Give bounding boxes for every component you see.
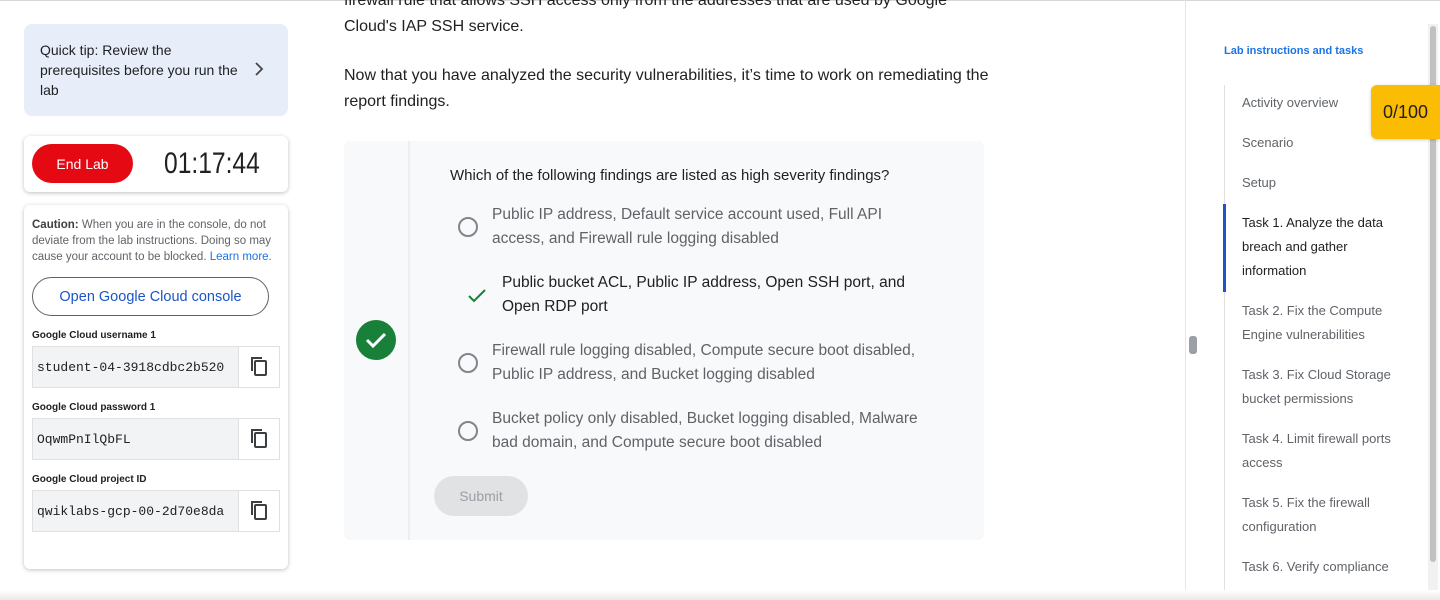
quiz-divider [408,141,410,540]
credentials-card: Caution: When you are in the console, do… [24,205,288,569]
quick-tip-card[interactable]: Quick tip: Review the prerequisites befo… [24,24,288,116]
password-field[interactable] [32,418,240,460]
copy-password-button[interactable] [239,418,280,460]
lab-page: Quick tip: Review the prerequisites befo… [0,0,1440,600]
quiz-option-4[interactable]: Bucket policy only disabled, Bucket logg… [456,407,936,455]
instructions-paragraph: Now that you have analyzed the security … [344,67,989,110]
radio-button[interactable] [458,217,478,237]
quiz-option-text: Public bucket ACL, Public IP address, Op… [502,274,905,315]
radio-button[interactable] [458,353,478,373]
panel-separator [1185,0,1186,600]
quiz-question: Which of the following findings are list… [450,167,890,184]
toc-item-task-1[interactable]: Task 1. Analyze the data breach and gath… [1242,211,1412,283]
copy-icon [251,501,268,520]
quiz-card: Which of the following findings are list… [344,141,984,540]
username-label: Google Cloud username 1 [32,330,156,341]
copy-project-id-button[interactable] [239,490,280,532]
username-field[interactable] [32,346,240,388]
lab-timer: 01:17:44 [164,147,260,180]
score-badge: 0/100 [1371,85,1440,139]
toc-heading[interactable]: Lab instructions and tasks [1224,45,1363,57]
end-lab-button[interactable]: End Lab [32,144,133,183]
copy-icon [251,357,268,376]
resize-handle[interactable] [1189,336,1197,354]
quiz-option-2[interactable]: Public bucket ACL, Public IP address, Op… [456,271,936,319]
quick-tip-text: Quick tip: Review the prerequisites befo… [40,42,238,98]
chevron-right-icon [254,60,264,80]
caution-notice: Caution: When you are in the console, do… [32,213,280,265]
toc-line [1224,85,1225,600]
toc-active-indicator [1223,204,1226,292]
toc-item-task-5[interactable]: Task 5. Fix the firewall configuration [1242,491,1412,539]
toc-item-setup[interactable]: Setup [1242,171,1412,195]
instructions-paragraph: firewall rule that allows SSH access onl… [344,0,947,35]
learn-more-link[interactable]: Learn more. [210,251,272,263]
quiz-option-text: Firewall rule logging disabled, Compute … [492,342,916,383]
check-icon [468,287,486,311]
username-row [32,346,280,388]
password-row [32,418,280,460]
project-id-label: Google Cloud project ID [32,474,147,485]
project-id-field[interactable] [32,490,240,532]
password-label: Google Cloud password 1 [32,402,156,413]
copy-username-button[interactable] [239,346,280,388]
window-bottom-edge [0,590,1440,600]
copy-icon [251,429,268,448]
toc-item-task-3[interactable]: Task 3. Fix Cloud Storage bucket permiss… [1242,363,1412,411]
quiz-option-text: Bucket policy only disabled, Bucket logg… [492,410,918,451]
quiz-option-text: Public IP address, Default service accou… [492,206,882,247]
open-console-button[interactable]: Open Google Cloud console [32,277,269,316]
toc-item-task-6[interactable]: Task 6. Verify compliance [1242,555,1412,579]
toc-item-task-2[interactable]: Task 2. Fix the Compute Engine vulnerabi… [1242,299,1412,347]
quiz-option-1[interactable]: Public IP address, Default service accou… [456,203,936,251]
timer-card: End Lab 01:17:44 [24,136,288,192]
project-id-row [32,490,280,532]
quiz-option-3[interactable]: Firewall rule logging disabled, Compute … [456,339,936,387]
toc-item-task-4[interactable]: Task 4. Limit firewall ports access [1242,427,1412,475]
correct-check-icon [356,320,396,360]
radio-button[interactable] [458,421,478,441]
submit-button[interactable]: Submit [434,476,528,516]
caution-label: Caution: [32,219,79,231]
